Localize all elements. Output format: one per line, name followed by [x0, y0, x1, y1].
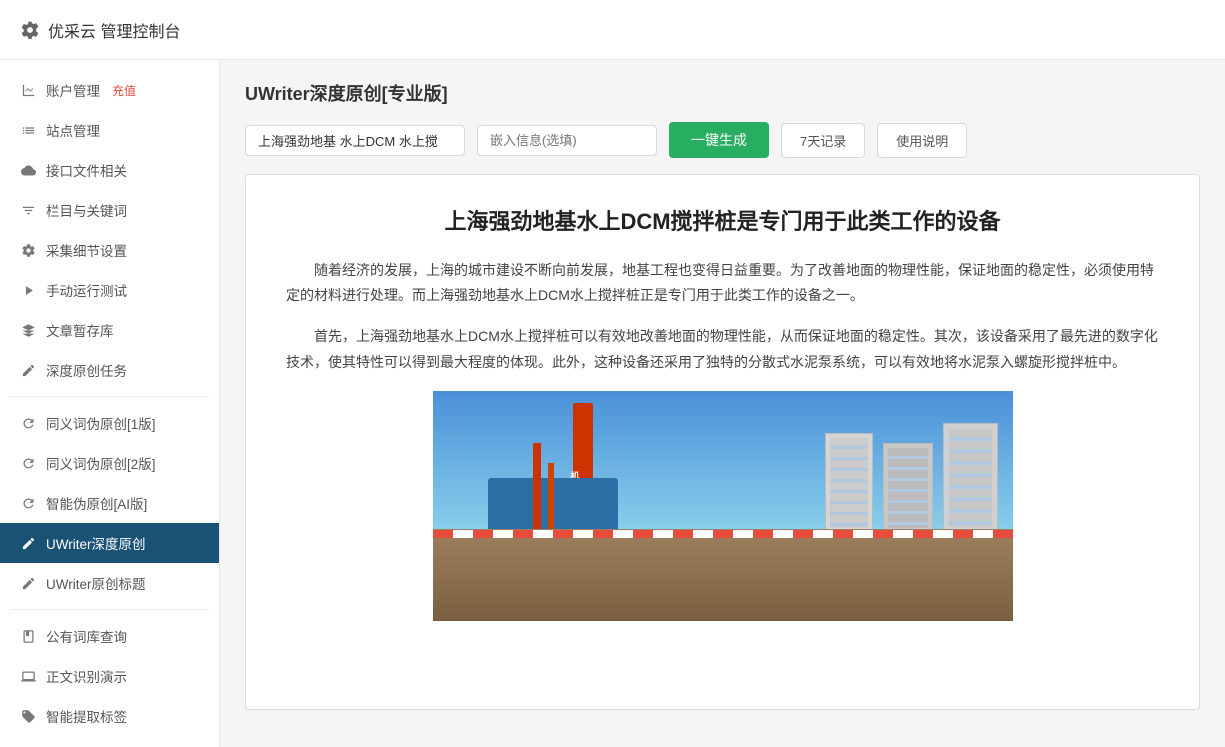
sidebar-item-tag[interactable]: 智能提取标签 — [0, 696, 219, 736]
sidebar-item-synonym2[interactable]: 同义词伪原创[2版] — [0, 443, 219, 483]
cloud-icon — [20, 162, 36, 178]
logo: 优采云 管理控制台 — [20, 18, 180, 42]
sidebar-item-collect-label: 采集细节设置 — [46, 240, 127, 260]
sidebar-item-column-label: 栏目与关键词 — [46, 200, 127, 220]
sidebar: 账户管理 充值 站点管理 接口文件相关 栏目与关键词 — [0, 60, 220, 747]
sidebar-item-manual-label: 手动运行测试 — [46, 280, 127, 300]
sidebar-item-deep-original[interactable]: 深度原创任务 — [0, 350, 219, 390]
sidebar-item-account-label: 账户管理 — [46, 80, 100, 100]
sidebar-item-tag-label: 智能提取标签 — [46, 706, 127, 726]
edit-icon-2 — [20, 535, 36, 551]
sidebar-item-classify[interactable]: 文本智能分类 — [0, 736, 219, 747]
generate-button[interactable]: 一键生成 — [669, 122, 769, 158]
sidebar-item-synonym1[interactable]: 同义词伪原创[1版] — [0, 403, 219, 443]
refresh-icon-1 — [20, 415, 36, 431]
article-para-1: 随着经济的发展，上海的城市建设不断向前发展，地基工程也变得日益重要。为了改善地面… — [286, 258, 1159, 308]
page-title: UWriter深度原创[专业版] — [245, 80, 1200, 106]
layout: 账户管理 充值 站点管理 接口文件相关 栏目与关键词 — [0, 60, 1225, 747]
book-icon — [20, 628, 36, 644]
settings-icon — [20, 242, 36, 258]
edit-icon-3 — [20, 575, 36, 591]
sidebar-item-synonym1-label: 同义词伪原创[1版] — [46, 413, 156, 433]
sidebar-item-synonym2-label: 同义词伪原创[2版] — [46, 453, 156, 473]
sidebar-item-interface-label: 接口文件相关 — [46, 160, 127, 180]
main-content: UWriter深度原创[专业版] 一键生成 7天记录 使用说明 上海强劲地基水上… — [220, 60, 1225, 747]
edit-icon — [20, 362, 36, 378]
article-image: 机械 — [433, 391, 1013, 621]
chart-icon — [20, 82, 36, 98]
sidebar-item-manual[interactable]: 手动运行测试 — [0, 270, 219, 310]
sidebar-item-article-lib[interactable]: 文章暂存库 — [0, 310, 219, 350]
sidebar-item-dictionary-label: 公有词库查询 — [46, 626, 127, 646]
sidebar-item-column[interactable]: 栏目与关键词 — [0, 190, 219, 230]
article-container: 上海强劲地基水上DCM搅拌桩是专门用于此类工作的设备 随着经济的发展，上海的城市… — [245, 174, 1200, 710]
app-title: 优采云 管理控制台 — [48, 18, 180, 42]
sidebar-item-uwriter[interactable]: UWriter深度原创 — [0, 523, 219, 563]
sidebar-item-site[interactable]: 站点管理 — [0, 110, 219, 150]
sidebar-item-ai[interactable]: 智能伪原创[AI版] — [0, 483, 219, 523]
sidebar-item-uwriter-title-label: UWriter原创标题 — [46, 573, 146, 593]
monitor-icon — [20, 668, 36, 684]
sidebar-item-uwriter-label: UWriter深度原创 — [46, 533, 146, 553]
sidebar-divider-1 — [10, 396, 209, 397]
sidebar-item-ai-label: 智能伪原创[AI版] — [46, 493, 147, 513]
sidebar-item-uwriter-title[interactable]: UWriter原创标题 — [0, 563, 219, 603]
sidebar-item-recognition-label: 正文识别演示 — [46, 666, 127, 686]
gear-icon — [20, 20, 40, 40]
tag-icon — [20, 708, 36, 724]
refresh-icon-3 — [20, 495, 36, 511]
sidebar-item-interface[interactable]: 接口文件相关 — [0, 150, 219, 190]
sidebar-item-site-label: 站点管理 — [46, 120, 100, 140]
sidebar-item-collect[interactable]: 采集细节设置 — [0, 230, 219, 270]
sidebar-item-dictionary[interactable]: 公有词库查询 — [0, 616, 219, 656]
sidebar-section-2: 同义词伪原创[1版] 同义词伪原创[2版] 智能伪原创[AI版] UWriter… — [0, 403, 219, 603]
article-title: 上海强劲地基水上DCM搅拌桩是专门用于此类工作的设备 — [286, 205, 1159, 238]
layers-icon — [20, 322, 36, 338]
keyword-input[interactable] — [245, 125, 465, 156]
filter-icon — [20, 202, 36, 218]
list-icon — [20, 122, 36, 138]
record-button[interactable]: 7天记录 — [781, 123, 865, 158]
sidebar-item-recognition[interactable]: 正文识别演示 — [0, 656, 219, 696]
sidebar-item-deep-original-label: 深度原创任务 — [46, 360, 127, 380]
embed-input[interactable] — [477, 125, 657, 156]
sidebar-divider-2 — [10, 609, 209, 610]
top-header: 优采云 管理控制台 — [0, 0, 1225, 60]
sidebar-section-3: 公有词库查询 正文识别演示 智能提取标签 文本智能分类 — [0, 616, 219, 747]
help-button[interactable]: 使用说明 — [877, 123, 967, 158]
sidebar-section-1: 账户管理 充值 站点管理 接口文件相关 栏目与关键词 — [0, 70, 219, 390]
refresh-icon-2 — [20, 455, 36, 471]
toolbar: 一键生成 7天记录 使用说明 — [245, 122, 1200, 158]
play-icon — [20, 282, 36, 298]
badge-chongzhi: 充值 — [112, 82, 136, 99]
sidebar-item-account[interactable]: 账户管理 充值 — [0, 70, 219, 110]
sidebar-item-article-lib-label: 文章暂存库 — [46, 320, 114, 340]
article-para-2: 首先，上海强劲地基水上DCM水上搅拌桩可以有效地改善地面的物理性能，从而保证地面… — [286, 324, 1159, 374]
